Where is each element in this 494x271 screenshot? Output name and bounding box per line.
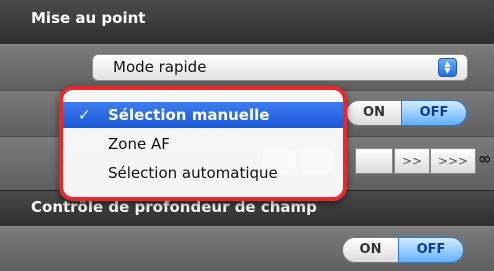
af-on-button[interactable]: ON (346, 100, 402, 126)
menu-item-label: Sélection automatique (108, 164, 278, 182)
infinity-icon: ∞ (478, 149, 492, 168)
af-off-button[interactable]: OFF (401, 100, 467, 126)
focus-section-title: Mise au point (31, 9, 146, 27)
af-on-label: ON (363, 105, 385, 120)
step-far-medium-button[interactable]: >> (394, 148, 430, 174)
menu-item-label: Zone AF (108, 135, 170, 153)
dof-on-button[interactable]: ON (342, 237, 399, 263)
menu-item-selection-automatique[interactable]: Sélection automatique (63, 160, 343, 186)
af-off-label: OFF (419, 105, 449, 120)
live-view-panel: Mise au point Mode rapide ▲ ▼ ON OFF >> >… (0, 0, 494, 271)
focus-mode-select[interactable]: Mode rapide ▲ ▼ (92, 54, 468, 81)
step-far-large-button[interactable]: >>> (430, 148, 476, 174)
focus-section-header: Mise au point (0, 0, 494, 44)
dof-on-label: ON (359, 242, 382, 257)
step-far-large-label: >>> (437, 154, 469, 168)
menu-item-zone-af[interactable]: Zone AF (63, 131, 343, 157)
dof-off-label: OFF (416, 242, 446, 257)
menu-item-label: Sélection manuelle (108, 106, 270, 124)
select-arrows-icon: ▲ ▼ (438, 58, 457, 77)
af-mode-dropdown-menu: ✓ Sélection manuelle Zone AF Sélection a… (59, 86, 347, 201)
check-icon: ✓ (78, 106, 91, 124)
focus-mode-value: Mode rapide (113, 58, 207, 76)
dof-off-button[interactable]: OFF (398, 237, 464, 263)
step-far-small-button[interactable] (355, 148, 393, 174)
menu-item-selection-manuelle[interactable]: ✓ Sélection manuelle (63, 102, 343, 128)
